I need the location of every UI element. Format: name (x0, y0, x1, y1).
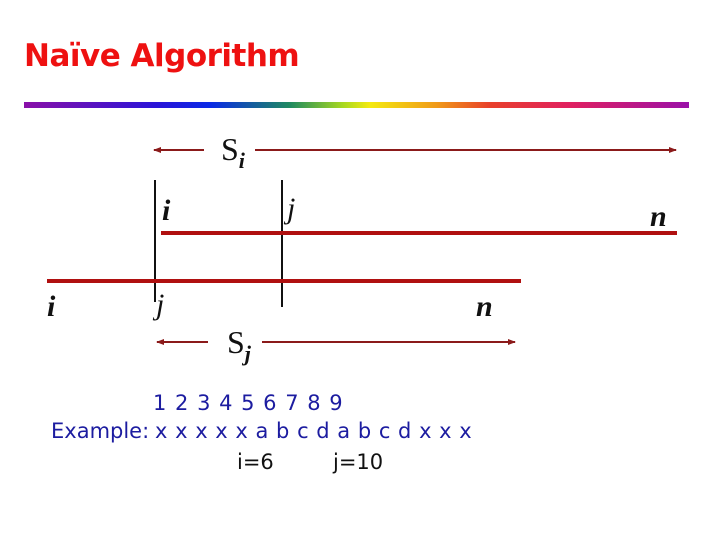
example-label: Example: (51, 419, 150, 443)
bottom-row-n-label: n (476, 290, 493, 323)
example-indices: 1 2 3 4 5 6 7 8 9 (153, 391, 344, 415)
example-sequence: x x x x x a b c d a b c d x x x (155, 419, 473, 443)
bottom-span-label: Sj (227, 324, 252, 366)
top-span-label: Si (221, 131, 246, 173)
top-row-n-label: n (650, 200, 667, 233)
bottom-span-arrow: Sj (156, 324, 516, 366)
top-span-arrow: Si (153, 131, 677, 173)
top-span-subscript: i (239, 148, 246, 173)
bottom-row-j-label: j (152, 288, 164, 321)
example-j-value: j=10 (333, 450, 384, 474)
top-row-j-label: j (283, 192, 295, 225)
bottom-row-i-label: i (47, 290, 56, 323)
top-row-i-label: i (162, 194, 171, 227)
example-i-value: i=6 (237, 450, 274, 474)
